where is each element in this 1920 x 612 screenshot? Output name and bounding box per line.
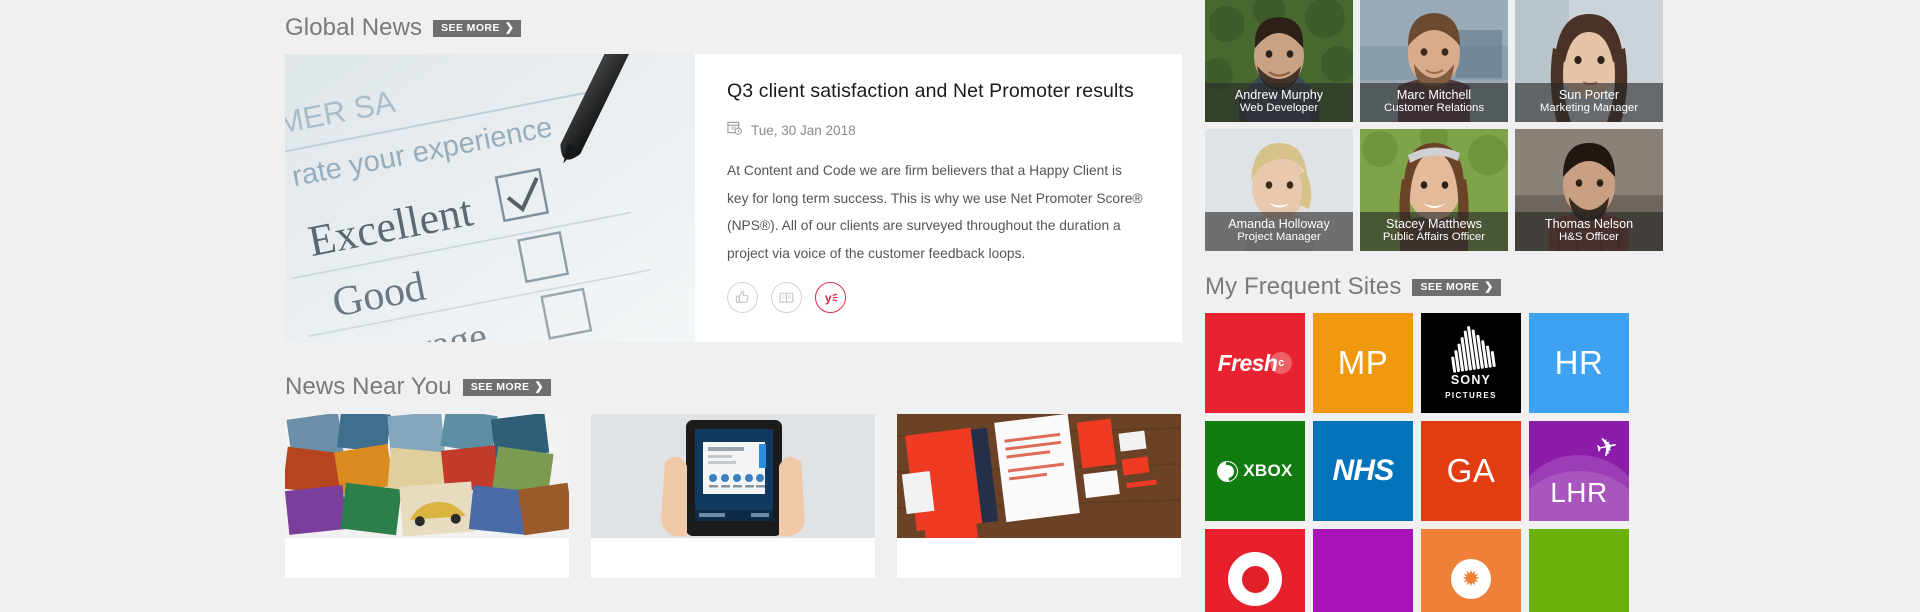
person-name: Thomas Nelson — [1544, 217, 1634, 232]
news-card[interactable] — [285, 414, 569, 578]
person-card[interactable]: Stacey Matthews Public Affairs Officer — [1360, 129, 1508, 251]
person-role: Marketing Manager — [1539, 102, 1639, 115]
frequent-sites-header: My Frequent Sites SEE MORE ❯ — [1205, 273, 1665, 301]
news-near-you-list — [285, 414, 1225, 578]
site-tile-label: SONY — [1450, 372, 1492, 387]
featured-article-image: OMER SA e rate your experience Excellent… — [285, 54, 695, 342]
xbox-logo: XBOX — [1217, 460, 1293, 482]
site-tile-target[interactable] — [1205, 529, 1305, 612]
person-name: Amanda Holloway — [1228, 217, 1330, 232]
see-more-label: SEE MORE — [470, 380, 530, 393]
site-tile-label: MP — [1337, 344, 1389, 381]
thumbs-up-icon — [735, 291, 749, 304]
site-tile-purple[interactable] — [1313, 529, 1413, 612]
svg-text:y: y — [825, 291, 832, 305]
site-tile-mp[interactable]: MP — [1313, 313, 1413, 413]
news-near-you-see-more-button[interactable]: SEE MORE ❯ — [462, 378, 551, 396]
site-tile-label: NHS — [1332, 454, 1395, 487]
person-role: Project Manager — [1237, 231, 1321, 244]
person-caption: Marc Mitchell Customer Relations — [1360, 83, 1508, 122]
news-card-thumbnail — [591, 414, 875, 538]
person-role: Public Affairs Officer — [1382, 231, 1486, 244]
calendar-icon — [727, 120, 742, 140]
person-name: Andrew Murphy — [1234, 88, 1324, 103]
read-button[interactable] — [771, 282, 802, 314]
news-card-thumbnail — [285, 414, 569, 538]
featured-article-title: Q3 client satisfaction and Net Promoter … — [727, 80, 1134, 102]
featured-article-date-row: Tue, 30 Jan 2018 — [727, 120, 1152, 140]
see-more-label: SEE MORE — [441, 21, 500, 34]
sidebar-column: Andrew Murphy Web Developer Marc Mitchel… — [1205, 0, 1665, 612]
person-role: Web Developer — [1239, 102, 1319, 115]
global-news-header: Global News SEE MORE ❯ — [285, 0, 1225, 42]
news-card-thumbnail — [897, 414, 1181, 538]
yammer-button[interactable]: y — [815, 282, 846, 314]
person-caption: Andrew Murphy Web Developer — [1205, 83, 1353, 122]
site-tile-label: GA — [1446, 452, 1496, 489]
person-caption: Stacey Matthews Public Affairs Officer — [1360, 212, 1508, 251]
star-icon: ✹ — [1451, 559, 1491, 599]
person-card[interactable]: Marc Mitchell Customer Relations — [1360, 0, 1508, 122]
chevron-right-icon: ❯ — [1484, 280, 1494, 293]
featured-article-date: Tue, 30 Jan 2018 — [751, 122, 856, 138]
frequent-sites-grid: Fresh c MP SONY PICTURES HR XBOX NHS GA … — [1205, 313, 1665, 612]
global-news-title: Global News — [285, 14, 423, 41]
news-near-you-header: News Near You SEE MORE ❯ — [285, 373, 1225, 401]
site-tile-fresh[interactable]: Fresh c — [1205, 313, 1305, 413]
like-button[interactable] — [727, 282, 758, 314]
person-card[interactable]: Sun Porter Marketing Manager — [1515, 0, 1663, 122]
site-tile-label: LHR — [1550, 477, 1608, 508]
sony-pictures-logo: SONY PICTURES — [1445, 323, 1497, 401]
person-caption: Amanda Holloway Project Manager — [1205, 212, 1353, 251]
global-news-see-more-button[interactable]: SEE MORE ❯ — [433, 19, 522, 37]
site-tile-hr[interactable]: HR — [1529, 313, 1629, 413]
person-caption: Thomas Nelson H&S Officer — [1515, 212, 1663, 251]
person-name: Marc Mitchell — [1396, 88, 1472, 103]
site-tile-sony-pictures[interactable]: SONY PICTURES — [1421, 313, 1521, 413]
chevron-right-icon: ❯ — [504, 21, 515, 34]
lhr-artwork: ✈ LHR — [1529, 421, 1629, 521]
site-tile-lhr[interactable]: ✈ LHR — [1529, 421, 1629, 521]
site-tile-xbox[interactable]: XBOX — [1205, 421, 1305, 521]
person-role: H&S Officer — [1559, 231, 1619, 244]
site-tile-label: Fresh — [1217, 349, 1278, 376]
article-action-buttons: y — [727, 282, 1152, 314]
person-role: Customer Relations — [1383, 102, 1485, 115]
site-tile-green[interactable] — [1529, 529, 1629, 612]
frequent-sites-see-more-button[interactable]: SEE MORE ❯ — [1412, 278, 1501, 296]
target-icon — [1228, 552, 1282, 606]
person-card[interactable]: Amanda Holloway Project Manager — [1205, 129, 1353, 251]
main-content-column: Global News SEE MORE ❯ OMER SA e rate yo… — [285, 0, 1225, 578]
person-card[interactable]: Andrew Murphy Web Developer — [1205, 0, 1353, 122]
chevron-right-icon: ❯ — [534, 380, 544, 393]
portal-page: Global News SEE MORE ❯ OMER SA e rate yo… — [0, 0, 1920, 612]
people-grid: Andrew Murphy Web Developer Marc Mitchel… — [1205, 0, 1665, 251]
featured-article-card[interactable]: OMER SA e rate your experience Excellent… — [285, 54, 1182, 342]
site-tile-sublabel: PICTURES — [1445, 391, 1497, 401]
site-tile-label: XBOX — [1243, 461, 1293, 480]
news-card[interactable] — [897, 414, 1181, 578]
featured-article-text: At Content and Code we are firm believer… — [727, 163, 1143, 261]
xbox-sphere-icon — [1217, 460, 1239, 482]
site-tile-label: HR — [1554, 344, 1604, 381]
book-icon — [779, 293, 794, 304]
yammer-icon: y — [825, 291, 838, 305]
site-tile-ga[interactable]: GA — [1421, 421, 1521, 521]
featured-article-body: Q3 client satisfaction and Net Promoter … — [695, 54, 1182, 342]
airplane-icon: ✈ — [1593, 430, 1621, 464]
site-tile-star[interactable]: ✹ — [1421, 529, 1521, 612]
site-tile-nhs[interactable]: NHS — [1313, 421, 1413, 521]
sony-rays-icon — [1447, 323, 1496, 373]
news-near-you-title: News Near You — [285, 373, 452, 400]
see-more-label: SEE MORE — [1420, 280, 1480, 293]
frequent-sites-title: My Frequent Sites — [1205, 273, 1402, 300]
person-caption: Sun Porter Marketing Manager — [1515, 83, 1663, 122]
fresh-logo: Fresh c — [1218, 350, 1293, 377]
person-name: Sun Porter — [1558, 88, 1620, 103]
news-card[interactable] — [591, 414, 875, 578]
person-card[interactable]: Thomas Nelson H&S Officer — [1515, 129, 1663, 251]
person-name: Stacey Matthews — [1386, 217, 1482, 232]
